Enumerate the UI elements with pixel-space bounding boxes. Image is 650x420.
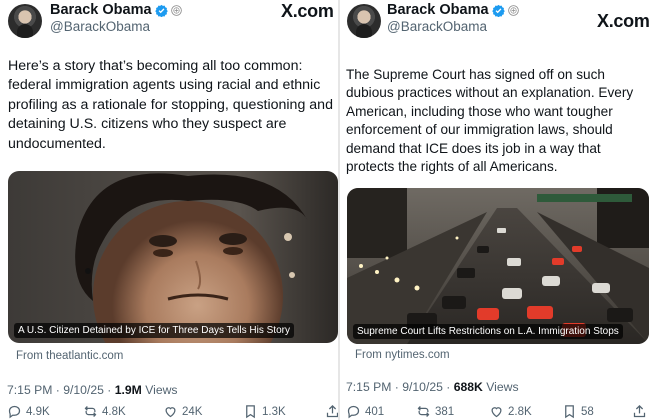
bookmark-count: 1.3K: [262, 405, 286, 418]
reply-button[interactable]: 401: [346, 404, 416, 419]
repost-count: 4.8K: [102, 405, 126, 418]
reply-icon: [347, 405, 360, 419]
author-avatar[interactable]: [8, 4, 42, 38]
site-label: X.com: [281, 1, 334, 21]
tweet-text: The Supreme Court has signed off on such…: [346, 67, 634, 175]
like-button[interactable]: 2.8K: [489, 404, 562, 419]
tweet-timestamp[interactable]: 7:15 PM · 9/10/25 ·: [7, 383, 111, 397]
tweet-meta: 7:15 PM · 9/10/25 · 1.9M Views: [7, 383, 178, 397]
presidential-seal-icon: [507, 4, 519, 16]
tweet-text: Here’s a story that’s becoming all too c…: [8, 58, 333, 152]
reply-count: 401: [365, 405, 385, 418]
link-card[interactable]: Supreme Court Lifts Restrictions on L.A.…: [347, 188, 649, 344]
card-caption: Supreme Court Lifts Restrictions on L.A.…: [353, 324, 623, 339]
presidential-seal-icon: [170, 4, 182, 16]
author-name-row: Barack Obama: [50, 2, 182, 18]
right-tweet: Barack Obama @BarackObama X.com The Supr…: [340, 0, 650, 420]
author-name[interactable]: Barack Obama: [387, 2, 489, 18]
tweet-meta: 7:15 PM · 9/10/25 · 688K Views: [346, 380, 519, 394]
card-image: [347, 188, 649, 344]
share-button[interactable]: [325, 404, 338, 419]
bookmark-button[interactable]: 1.3K: [243, 404, 325, 419]
views-label: Views: [486, 380, 519, 394]
author-handle[interactable]: @BarackObama: [387, 19, 487, 34]
like-count: 24K: [182, 405, 203, 418]
author-handle[interactable]: @BarackObama: [50, 19, 150, 34]
author-avatar[interactable]: [347, 4, 381, 38]
tweet-timestamp[interactable]: 7:15 PM · 9/10/25 ·: [346, 380, 450, 394]
views-label: Views: [145, 383, 178, 397]
repost-count: 381: [435, 405, 455, 418]
share-icon: [326, 404, 338, 418]
repost-button[interactable]: 4.8K: [83, 404, 163, 419]
site-label: X.com: [597, 11, 650, 31]
left-tweet: Barack Obama @BarackObama X.com Here’s a…: [0, 0, 338, 420]
card-source[interactable]: From theatlantic.com: [16, 350, 123, 362]
verified-badge-icon: [491, 4, 505, 17]
bookmark-icon: [246, 405, 255, 419]
like-icon: [165, 407, 176, 418]
link-card[interactable]: A U.S. Citizen Detained by ICE for Three…: [8, 171, 338, 343]
bookmark-count: 58: [581, 405, 594, 418]
like-count: 2.8K: [508, 405, 532, 418]
bookmark-button[interactable]: 58: [562, 404, 632, 419]
bookmark-icon: [565, 405, 574, 419]
repost-button[interactable]: 381: [416, 404, 489, 419]
card-source[interactable]: From nytimes.com: [355, 349, 450, 361]
action-bar: 4.9K 4.8K 24K 1.3K: [7, 404, 338, 419]
author-name[interactable]: Barack Obama: [50, 2, 152, 18]
reply-icon: [8, 405, 21, 419]
views-count: 688K: [453, 380, 483, 394]
card-image: [8, 171, 338, 343]
repost-icon: [417, 406, 430, 417]
like-icon: [491, 407, 502, 418]
card-caption: A U.S. Citizen Detained by ICE for Three…: [14, 323, 294, 338]
reply-button[interactable]: 4.9K: [7, 404, 83, 419]
like-button[interactable]: 24K: [163, 404, 243, 419]
repost-icon: [84, 406, 97, 417]
views-count: 1.9M: [114, 383, 142, 397]
author-name-row: Barack Obama: [387, 2, 519, 18]
reply-count: 4.9K: [26, 405, 50, 418]
share-button[interactable]: [632, 404, 647, 419]
share-icon: [633, 404, 646, 418]
action-bar: 401 381 2.8K 58: [346, 404, 647, 419]
verified-badge-icon: [154, 4, 168, 17]
